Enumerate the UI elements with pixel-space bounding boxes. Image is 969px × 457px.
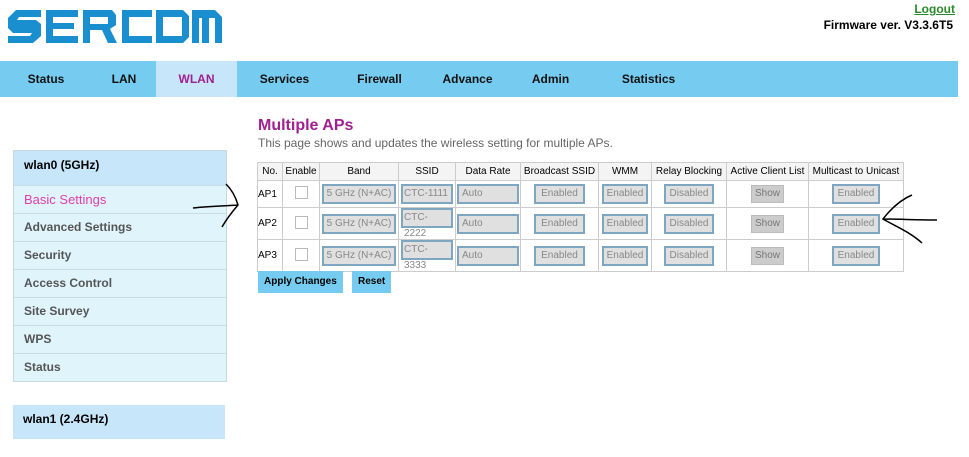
arrow-left-annotation bbox=[881, 194, 938, 244]
arrow-right-annotation bbox=[192, 183, 239, 228]
hand-drawn-arrows bbox=[192, 183, 938, 244]
